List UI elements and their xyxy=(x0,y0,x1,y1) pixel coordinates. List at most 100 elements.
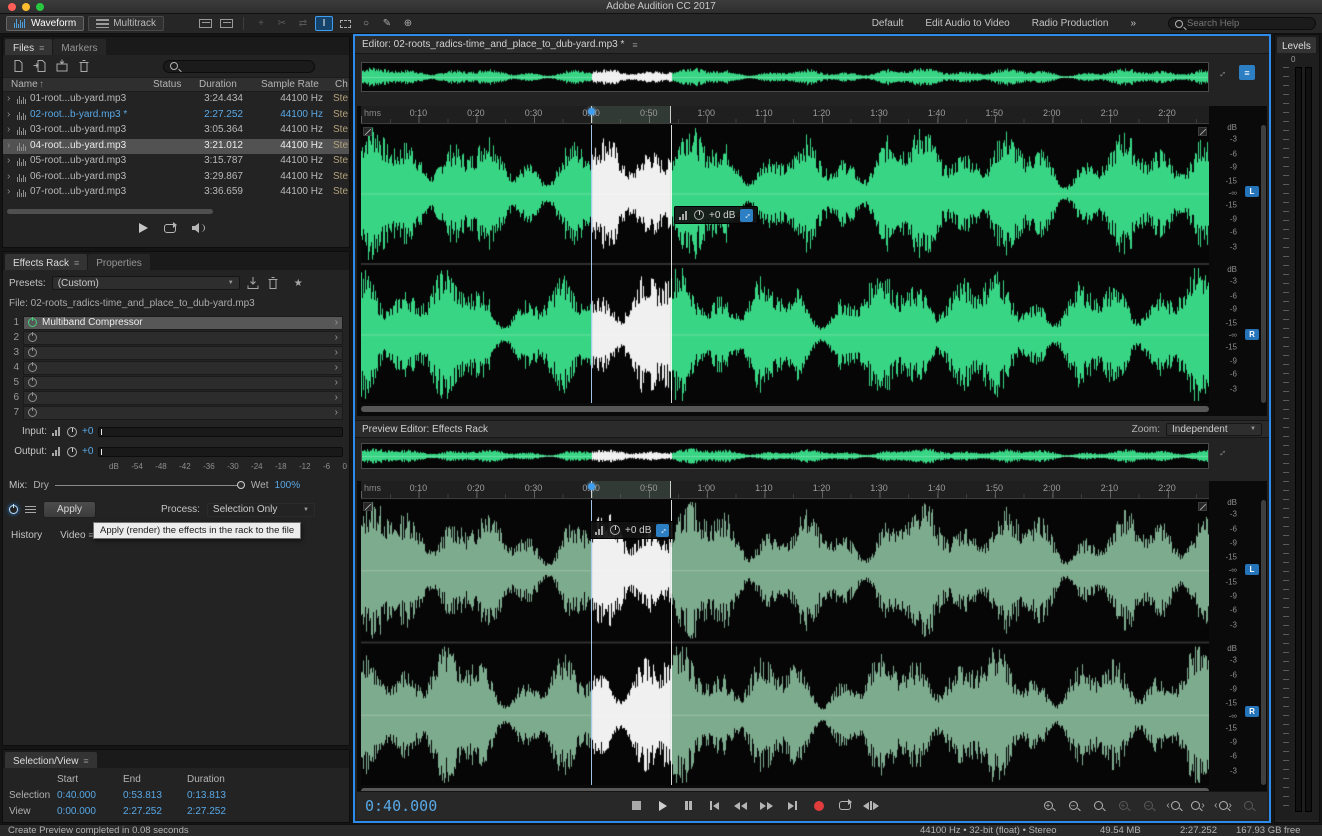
effect-slot-row[interactable]: 5 › xyxy=(3,375,349,390)
tab-properties[interactable]: Properties xyxy=(88,254,150,270)
play-button[interactable] xyxy=(651,797,674,814)
power-icon[interactable] xyxy=(28,347,37,357)
hud-expand-icon[interactable] xyxy=(740,208,754,222)
chevron-right-icon[interactable]: › xyxy=(335,362,338,373)
preview-playhead-line[interactable] xyxy=(591,500,593,785)
effect-slot[interactable]: › xyxy=(23,375,343,390)
workspace-edit-audio-to-video-button[interactable]: Edit Audio to Video xyxy=(925,18,1009,29)
zoom-full-button[interactable] xyxy=(1087,797,1109,814)
preview-waveform-canvas[interactable] xyxy=(361,500,1209,785)
file-row[interactable]: › 06-root...ub-yard.mp3 3:29.867 44100 Hz S… xyxy=(3,170,349,186)
razor-tool-icon[interactable]: ✂ xyxy=(273,16,291,31)
rack-power-icon[interactable] xyxy=(9,504,18,514)
zoom-to-out-point-button[interactable]: › xyxy=(1187,797,1209,814)
tab-selection-view[interactable]: Selection/View ≡ xyxy=(5,752,97,768)
view-duration-value[interactable]: 2:27.252 xyxy=(187,806,226,817)
tab-video[interactable]: Video ≡ xyxy=(60,530,93,541)
col-duration[interactable]: Duration xyxy=(199,79,237,90)
trash-icon[interactable] xyxy=(77,59,91,73)
minimize-window-button[interactable] xyxy=(22,3,30,11)
marquee-selection-tool-icon[interactable] xyxy=(336,16,354,31)
import-file-icon[interactable] xyxy=(33,59,47,73)
ruler-selection[interactable] xyxy=(591,106,671,123)
chevron-right-icon[interactable]: › xyxy=(335,377,338,388)
new-file-icon[interactable] xyxy=(11,59,25,73)
preview-selection-end-edge[interactable] xyxy=(670,500,672,785)
file-row[interactable]: › 07-root...ub-yard.mp3 3:36.659 44100 Hz S… xyxy=(3,185,349,201)
chevron-right-icon[interactable]: › xyxy=(335,332,338,343)
power-icon[interactable] xyxy=(28,317,37,327)
effect-slot[interactable]: › xyxy=(23,390,343,405)
disclosure-icon[interactable]: › xyxy=(7,140,10,151)
file-row-selected[interactable]: › 04-root...ub-yard.mp3 3:21.012 44100 Hz S… xyxy=(3,138,349,154)
col-channels[interactable]: Ch xyxy=(335,79,348,90)
favorite-icon[interactable]: ★ xyxy=(294,278,303,289)
channel-right-badge[interactable]: R xyxy=(1245,706,1259,717)
time-display[interactable]: 0:40.000 xyxy=(365,797,437,815)
zoom-reset-button[interactable] xyxy=(1237,797,1259,814)
file-row[interactable]: › 05-root...ub-yard.mp3 3:15.787 44100 Hz S… xyxy=(3,154,349,170)
chevron-right-icon[interactable]: › xyxy=(335,317,338,328)
overview-strip[interactable] xyxy=(361,62,1209,92)
effect-slot-row[interactable]: 7 › xyxy=(3,405,349,420)
stop-button[interactable] xyxy=(625,797,648,814)
editor-display-options-icon[interactable]: ≡ xyxy=(1239,65,1255,80)
zoom-handle-icon[interactable] xyxy=(363,502,372,511)
workspace-radio-production-button[interactable]: Radio Production xyxy=(1032,18,1109,29)
selection-end-value[interactable]: 0:53.813 xyxy=(123,790,162,801)
files-horizontal-scrollbar[interactable] xyxy=(7,209,213,214)
volume-hud[interactable]: +0 dB xyxy=(674,206,759,224)
time-selection-tool-icon[interactable]: I xyxy=(315,16,333,31)
zoom-out-amplitude-button[interactable] xyxy=(1137,797,1159,814)
tab-files[interactable]: Files ≡ xyxy=(5,39,53,55)
effect-slot-row[interactable]: 2 › xyxy=(3,330,349,345)
effect-slot-row[interactable]: 4 › xyxy=(3,360,349,375)
move-tool-icon[interactable]: + xyxy=(252,16,270,31)
effect-slot-row[interactable]: 1 Multiband Compressor › xyxy=(3,315,349,330)
col-name[interactable]: Name xyxy=(11,79,38,90)
preview-overview-strip[interactable] xyxy=(361,443,1209,469)
zoom-handle-icon[interactable] xyxy=(363,127,372,136)
channel-left-badge[interactable]: L xyxy=(1245,186,1259,197)
power-icon[interactable] xyxy=(28,407,37,417)
tab-levels[interactable]: Levels xyxy=(1277,37,1316,53)
auto-play-icon[interactable] xyxy=(192,223,205,233)
file-row[interactable]: › 03-root...ub-yard.mp3 3:05.364 44100 Hz S… xyxy=(3,123,349,139)
effect-slot[interactable]: › xyxy=(23,330,343,345)
selection-duration-value[interactable]: 0:13.813 xyxy=(187,790,226,801)
rack-list-icon[interactable] xyxy=(25,504,36,515)
panel-menu-icon[interactable]: ≡ xyxy=(39,43,44,53)
hud-expand-icon[interactable] xyxy=(656,523,670,537)
preview-volume-hud[interactable]: +0 dB xyxy=(590,521,675,539)
col-status[interactable]: Status xyxy=(153,79,181,90)
waveform-display-icon[interactable] xyxy=(196,16,214,31)
file-row-open[interactable]: › 02-root...b-yard.mp3 * 2:27.252 44100 Hz… xyxy=(3,108,349,124)
overview-waveform[interactable] xyxy=(362,63,1208,91)
main-horizontal-scrollbar[interactable] xyxy=(361,406,1209,412)
paintbrush-tool-icon[interactable]: ✎ xyxy=(378,16,396,31)
gain-knob-icon[interactable] xyxy=(610,525,620,535)
fast-forward-button[interactable] xyxy=(755,797,778,814)
selection-end-edge[interactable] xyxy=(670,125,672,403)
tab-history[interactable]: History xyxy=(11,530,42,541)
effect-slot[interactable]: › xyxy=(23,360,343,375)
files-search-box[interactable] xyxy=(163,59,315,73)
effect-slot[interactable]: › xyxy=(23,405,343,420)
zoom-mode-dropdown[interactable]: Independent ▼ xyxy=(1166,422,1262,436)
waveform-mode-button[interactable]: Waveform xyxy=(6,16,85,31)
pause-button[interactable] xyxy=(677,797,700,814)
loop-playback-icon[interactable] xyxy=(164,221,177,233)
rewind-button[interactable] xyxy=(729,797,752,814)
loop-playback-button[interactable] xyxy=(833,797,856,814)
overview-scroll-icon[interactable]: ↔ xyxy=(1215,445,1230,460)
panel-menu-icon[interactable]: ≡ xyxy=(632,40,637,50)
spectral-display-icon[interactable] xyxy=(217,16,235,31)
power-icon[interactable] xyxy=(28,362,37,372)
overview-scroll-icon[interactable]: ↔ xyxy=(1215,66,1230,81)
zoom-out-button[interactable] xyxy=(1062,797,1084,814)
process-dropdown[interactable]: Selection Only ▼ xyxy=(206,502,315,517)
skip-to-start-button[interactable] xyxy=(703,797,726,814)
mix-slider[interactable] xyxy=(54,478,245,492)
output-gain-knob[interactable] xyxy=(67,446,77,457)
selection-start-value[interactable]: 0:40.000 xyxy=(57,790,96,801)
